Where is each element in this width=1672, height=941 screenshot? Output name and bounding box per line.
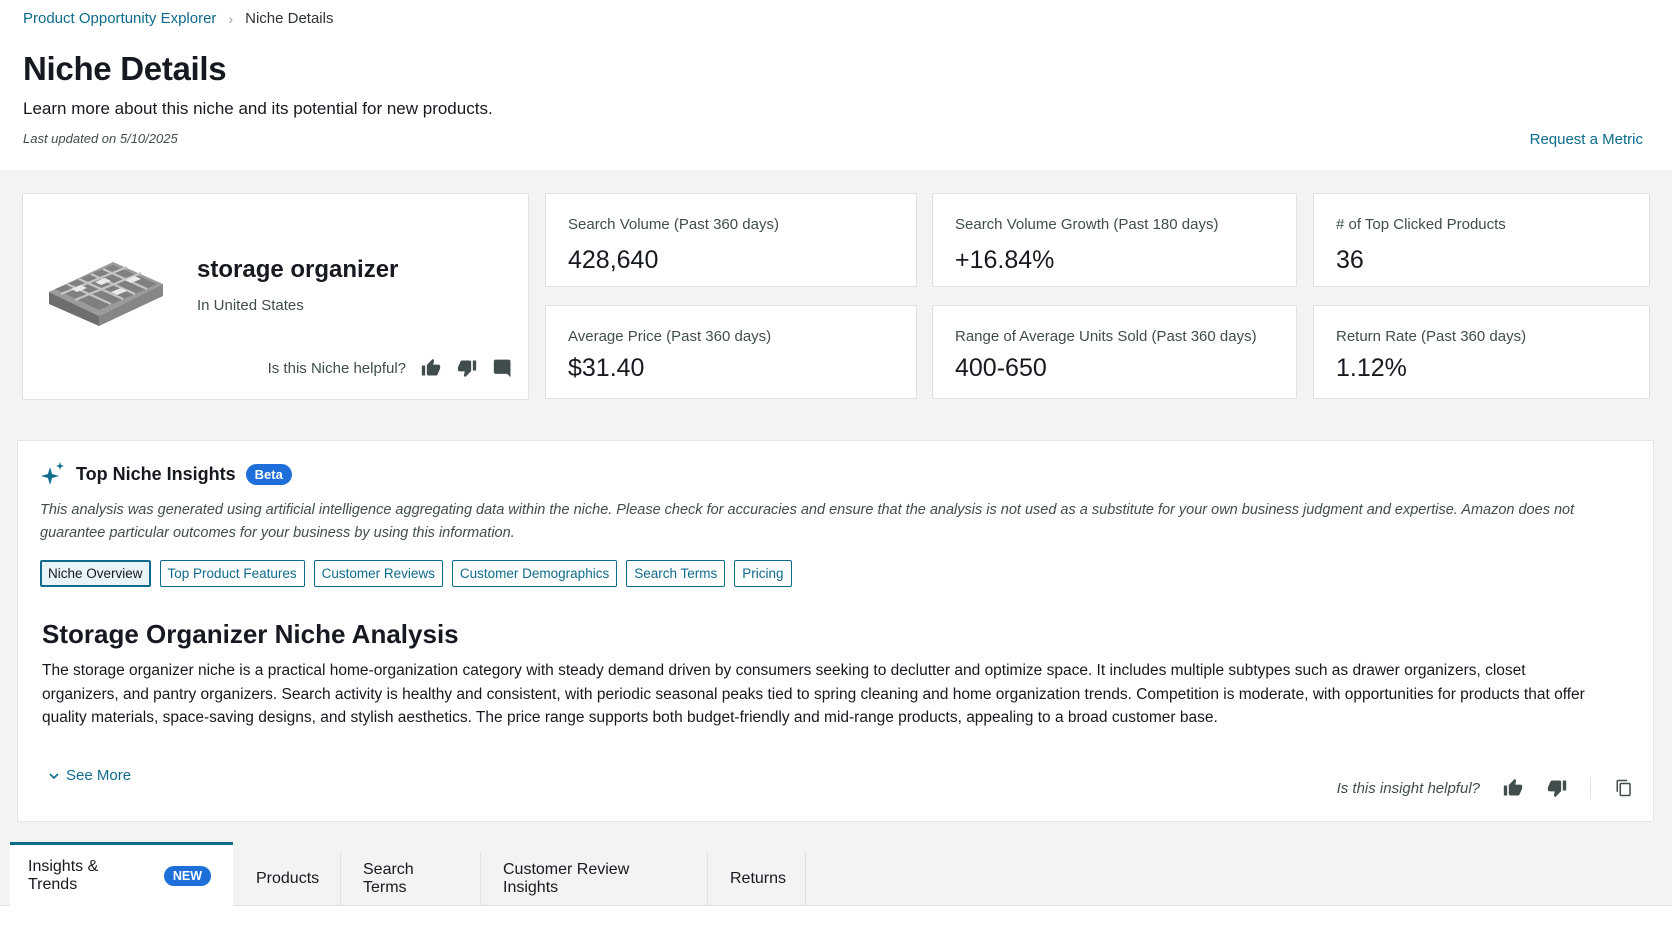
metric-label: # of Top Clicked Products [1336, 216, 1506, 233]
niche-feedback-row: Is this Niche helpful? [268, 357, 514, 379]
metric-card-search-volume-growth: Search Volume Growth (Past 180 days) +16… [932, 193, 1297, 287]
analysis-title: Storage Organizer Niche Analysis [42, 619, 459, 649]
tab-top-product-features[interactable]: Top Product Features [159, 560, 305, 587]
insights-title: Top Niche Insights [76, 463, 236, 484]
copy-icon[interactable] [1613, 777, 1635, 799]
breadcrumb-root-link[interactable]: Product Opportunity Explorer [23, 10, 216, 27]
metric-card-top-clicked-products: # of Top Clicked Products 36 [1313, 193, 1650, 287]
metric-label: Average Price (Past 360 days) [568, 328, 772, 345]
page-header: Product Opportunity Explorer › Niche Det… [0, 0, 1672, 170]
tab-label: Products [256, 869, 320, 887]
tab-search-terms-main[interactable]: Search Terms [341, 852, 481, 905]
metric-value: 36 [1336, 246, 1364, 274]
last-updated-text: Last updated on 5/10/2025 [23, 131, 178, 146]
tab-customer-review-insights[interactable]: Customer Review Insights [481, 852, 708, 905]
niche-helpful-label: Is this Niche helpful? [267, 359, 406, 377]
breadcrumb-separator-icon: › [228, 10, 234, 27]
insight-tabs: Niche Overview Top Product Features Cust… [40, 560, 792, 587]
analysis-body: The storage organizer niche is a practic… [42, 662, 1585, 726]
metric-card-units-sold-range: Range of Average Units Sold (Past 360 da… [932, 305, 1297, 399]
niche-name: storage organizer [197, 256, 399, 283]
top-niche-insights-card: Top Niche Insights Beta This analysis wa… [17, 440, 1654, 822]
metric-value: 428,640 [568, 246, 659, 274]
insight-helpful-label: Is this insight helpful? [1336, 779, 1480, 797]
metric-card-return-rate: Return Rate (Past 360 days) 1.12% [1313, 305, 1650, 399]
new-badge: NEW [163, 865, 211, 886]
metric-value: +16.84% [955, 246, 1055, 274]
metric-label: Range of Average Units Sold (Past 360 da… [955, 328, 1257, 345]
breadcrumb-current: Niche Details [245, 10, 334, 27]
breadcrumb: Product Opportunity Explorer › Niche Det… [23, 10, 333, 27]
tab-label: Search Terms [363, 860, 414, 896]
metric-label: Search Volume Growth (Past 180 days) [955, 216, 1219, 233]
metric-card-average-price: Average Price (Past 360 days) $31.40 [545, 305, 917, 399]
metric-label: Return Rate (Past 360 days) [1336, 328, 1527, 345]
tab-customer-demographics[interactable]: Customer Demographics [451, 560, 618, 587]
thumbs-down-icon[interactable] [456, 357, 478, 379]
see-more-link[interactable]: See More [48, 767, 131, 784]
storage-organizer-image [49, 262, 163, 326]
thumbs-up-icon[interactable] [1502, 777, 1524, 799]
metric-card-search-volume: Search Volume (Past 360 days) 428,640 [545, 193, 917, 287]
comment-icon[interactable] [492, 357, 514, 379]
ai-disclaimer: This analysis was generated using artifi… [40, 502, 1575, 541]
request-metric-link[interactable]: Request a Metric [1530, 131, 1643, 148]
divider [1590, 777, 1591, 799]
thumbs-down-icon[interactable] [1546, 777, 1568, 799]
metric-value: $31.40 [568, 354, 645, 382]
metric-value: 400-650 [955, 354, 1047, 382]
page-subtitle: Learn more about this niche and its pote… [23, 99, 493, 118]
see-more-label: See More [66, 767, 132, 784]
metric-value: 1.12% [1336, 354, 1407, 382]
tab-niche-overview[interactable]: Niche Overview [40, 560, 151, 587]
tab-label: Returns [730, 869, 787, 887]
tab-customer-reviews[interactable]: Customer Reviews [313, 560, 443, 587]
tab-products[interactable]: Products [234, 852, 341, 905]
niche-country: In United States [197, 297, 304, 314]
tab-insights-trends[interactable]: Insights & Trends NEW [10, 842, 233, 906]
tab-search-terms[interactable]: Search Terms [626, 560, 726, 587]
beta-badge: Beta [245, 463, 292, 485]
tab-pricing[interactable]: Pricing [734, 560, 792, 587]
chevron-down-icon [49, 772, 59, 779]
insights-header: Top Niche Insights Beta [40, 461, 292, 487]
tab-label: Customer Review Insights [503, 860, 630, 896]
sparkle-icon [41, 462, 64, 485]
thumbs-up-icon[interactable] [420, 357, 442, 379]
tab-returns[interactable]: Returns [708, 852, 806, 905]
insight-feedback-row: Is this insight helpful? [1337, 777, 1635, 799]
metric-label: Search Volume (Past 360 days) [568, 216, 779, 233]
page-title: Niche Details [23, 50, 227, 87]
tab-label: Insights & Trends [28, 857, 99, 893]
niche-summary-card: storage organizer In United States Is th… [22, 193, 529, 400]
